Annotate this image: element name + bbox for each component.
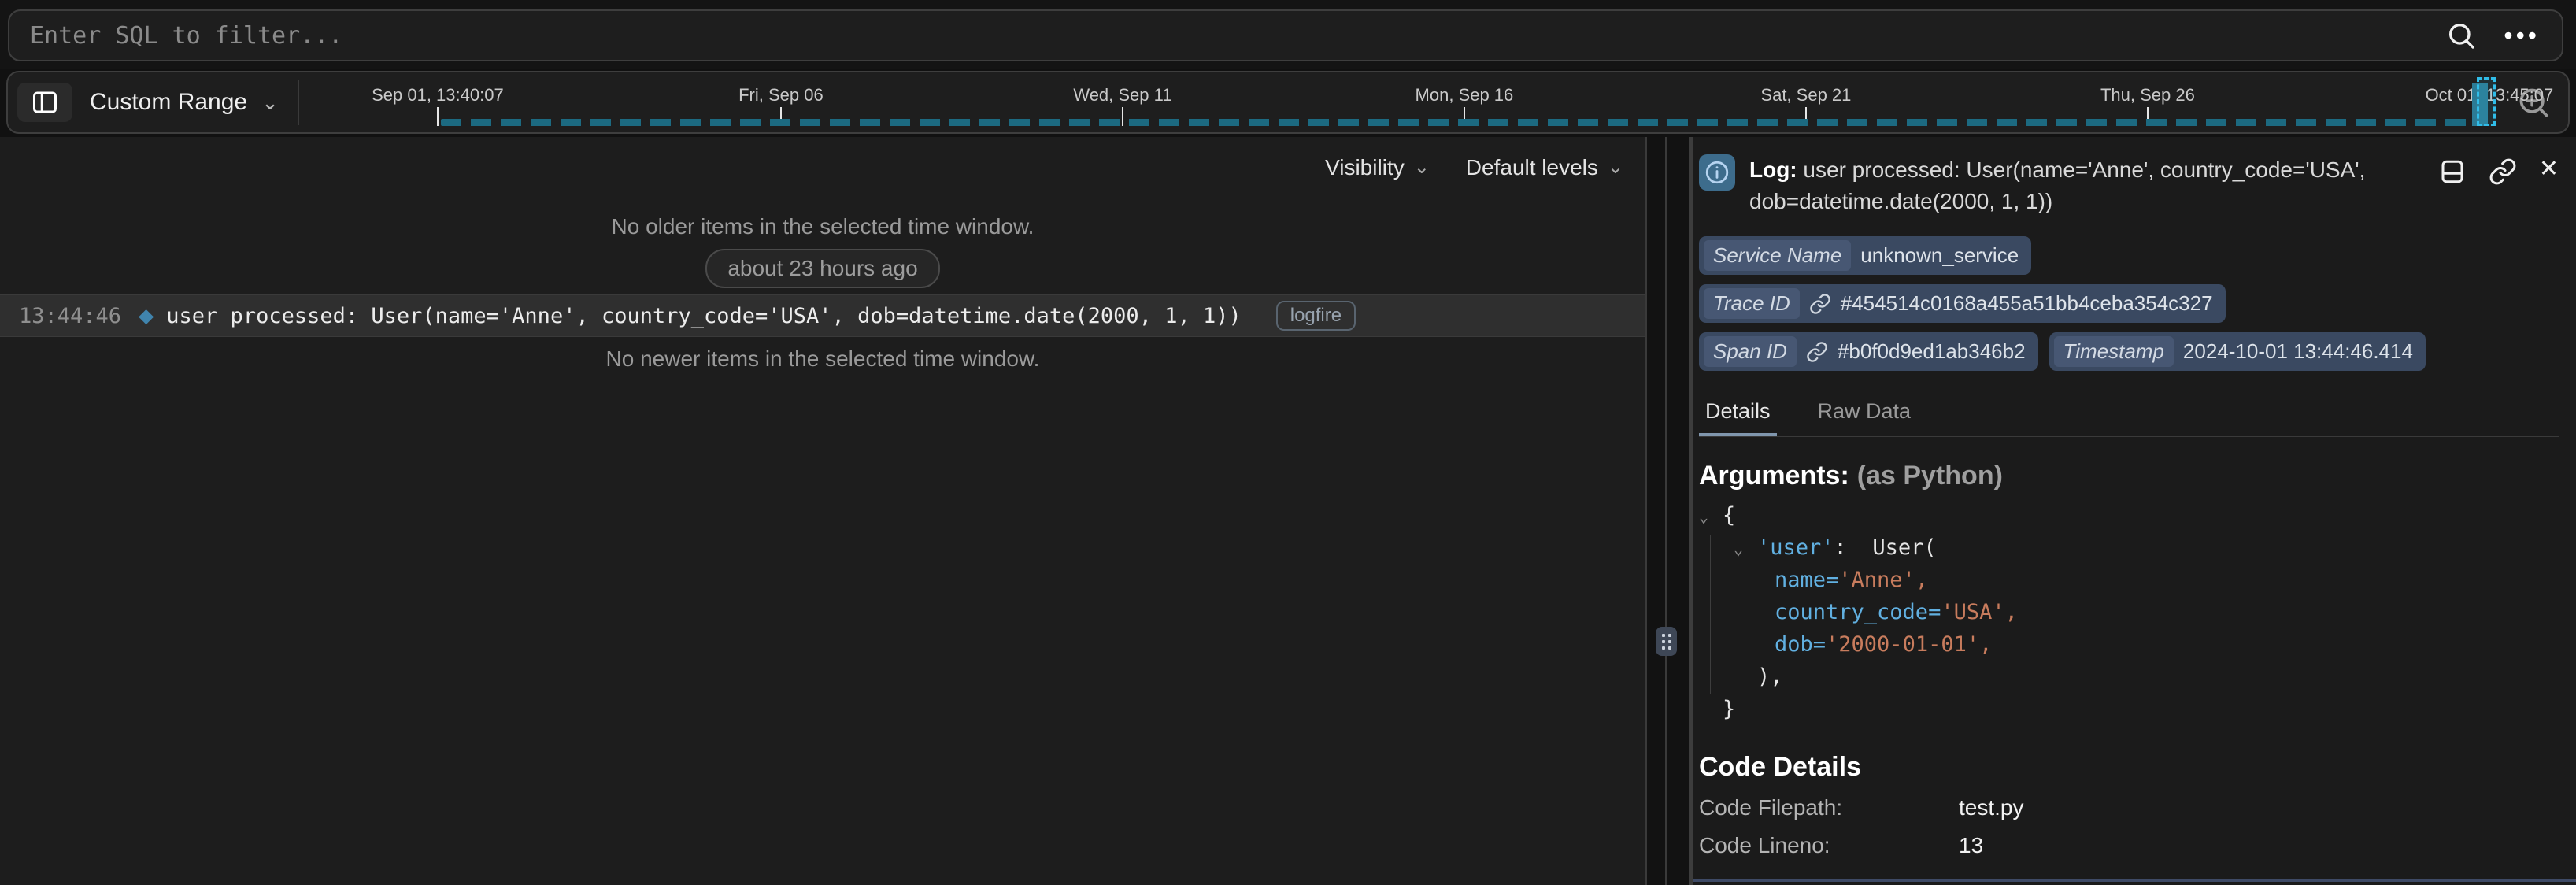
badge-label: Service Name xyxy=(1704,240,1851,271)
panel-bottom-icon xyxy=(2438,157,2467,186)
main-area: Visibility ⌄ Default levels ⌄ No older i… xyxy=(0,137,2576,885)
dock-panel-button[interactable] xyxy=(2438,157,2467,186)
visibility-dropdown[interactable]: Visibility ⌄ xyxy=(1325,155,1430,180)
collapse-icon[interactable]: ⌄ xyxy=(1734,533,1757,565)
timeline-label: Sat, Sep 21 xyxy=(1760,85,1851,106)
timeline-label: Sep 01, 13:40:07 xyxy=(372,85,504,106)
sidebar-toggle-button[interactable] xyxy=(17,83,72,122)
timeline-label: Thu, Sep 26 xyxy=(2100,85,2195,106)
no-older-items-text: No older items in the selected time wind… xyxy=(0,214,1645,239)
chevron-down-icon: ⌄ xyxy=(261,92,279,113)
chevron-down-icon: ⌄ xyxy=(1414,158,1430,177)
time-ago-badge: about 23 hours ago xyxy=(705,249,939,288)
more-options-icon[interactable]: ••• xyxy=(2504,23,2540,48)
code-line: ), xyxy=(1699,661,2559,693)
code-line: ⌄'user': User( xyxy=(1699,531,2559,564)
badge-label: Trace ID xyxy=(1704,288,1800,319)
timeline-label: Mon, Sep 16 xyxy=(1416,85,1514,106)
timeline-label: Fri, Sep 06 xyxy=(738,85,824,106)
log-detail-panel: Log: user processed: User(name='Anne', c… xyxy=(1689,137,2576,885)
time-range-dropdown[interactable]: Custom Range ⌄ xyxy=(90,89,279,116)
collapse-icon[interactable]: ⌄ xyxy=(1699,501,1723,533)
logs-toolbar: Visibility ⌄ Default levels ⌄ xyxy=(0,137,1645,198)
span-id-badge: Span ID #b0f0d9ed1ab346b2 xyxy=(1699,332,2038,371)
detail-tabs: Details Raw Data xyxy=(1699,393,2559,437)
visibility-label: Visibility xyxy=(1325,155,1405,180)
sidebar-panel-icon xyxy=(31,88,59,117)
timeline-tick xyxy=(437,107,439,126)
code-line: } xyxy=(1699,693,2559,725)
link-icon[interactable] xyxy=(1806,341,1828,363)
default-levels-label: Default levels xyxy=(1466,155,1598,180)
close-icon: ✕ xyxy=(2539,157,2559,181)
logs-panel: Visibility ⌄ Default levels ⌄ No older i… xyxy=(0,137,1647,885)
log-timestamp: 13:44:46 xyxy=(19,304,121,328)
sql-filter-input[interactable] xyxy=(9,11,2445,60)
code-lineno-label: Code Lineno: xyxy=(1699,833,1959,858)
gutter-line xyxy=(1665,137,1667,885)
info-icon xyxy=(1704,159,1730,186)
code-details-heading: Code Details xyxy=(1699,752,2559,783)
timeline-label: Wed, Sep 11 xyxy=(1073,85,1171,106)
arguments-title: Arguments: xyxy=(1699,461,1849,491)
metadata-badges: Service Name unknown_service Trace ID #4… xyxy=(1699,236,2559,371)
arguments-heading: Arguments: (as Python) xyxy=(1699,461,2559,491)
detail-title-text: user processed: User(name='Anne', countr… xyxy=(1749,157,2365,213)
code-line: ⌄{ xyxy=(1699,499,2559,531)
chevron-down-icon: ⌄ xyxy=(1608,158,1623,177)
code-lineno-row: Code Lineno: 13 xyxy=(1699,833,2559,858)
sql-filter-box: ••• xyxy=(8,9,2563,61)
arguments-subtitle: (as Python) xyxy=(1857,461,2003,491)
log-level-diamond-icon: ◆ xyxy=(139,304,154,328)
no-newer-items-text: No newer items in the selected time wind… xyxy=(0,346,1645,372)
detail-kind-label: Log: xyxy=(1749,157,1797,182)
service-name-badge: Service Name unknown_service xyxy=(1699,236,2031,275)
trace-id-badge: Trace ID #454514c0168a455a51bb4ceba354c3… xyxy=(1699,284,2226,323)
time-range-label: Custom Range xyxy=(90,89,247,116)
code-line: country_code='USA', xyxy=(1699,596,2559,628)
tab-details[interactable]: Details xyxy=(1699,393,1777,436)
timeline-selection-window[interactable] xyxy=(2477,77,2496,126)
link-icon xyxy=(2489,157,2517,186)
detail-title: Log: user processed: User(name='Anne', c… xyxy=(1749,154,2438,217)
arguments-code-tree: ⌄{ ⌄'user': User( name='Anne', country_c… xyxy=(1699,499,2559,725)
search-icon[interactable] xyxy=(2445,20,2477,51)
code-line: name='Anne', xyxy=(1699,564,2559,596)
code-filepath-value: test.py xyxy=(1959,795,2023,820)
log-message: user processed: User(name='Anne', countr… xyxy=(166,304,1241,328)
link-icon[interactable] xyxy=(1809,293,1831,315)
indent-guide xyxy=(1710,535,1711,694)
section-divider xyxy=(1693,879,2576,882)
detail-header: Log: user processed: User(name='Anne', c… xyxy=(1699,137,2559,217)
timeline-histogram-baseline xyxy=(441,119,2472,126)
badge-value: #b0f0d9ed1ab346b2 xyxy=(1838,339,2026,364)
info-level-badge xyxy=(1699,154,1735,191)
badge-label: Span ID xyxy=(1704,336,1797,367)
code-line: dob='2000-01-01', xyxy=(1699,628,2559,661)
panel-resize-handle[interactable] xyxy=(1656,627,1677,656)
code-filepath-label: Code Filepath: xyxy=(1699,795,1959,820)
timestamp-badge: Timestamp 2024-10-01 13:44:46.414 xyxy=(2049,332,2426,371)
badge-label: Timestamp xyxy=(2054,336,2174,367)
code-filepath-row: Code Filepath: test.py xyxy=(1699,795,2559,820)
close-panel-button[interactable]: ✕ xyxy=(2539,157,2559,181)
badge-value: unknown_service xyxy=(1860,243,2019,268)
code-lineno-value: 13 xyxy=(1959,833,1983,858)
top-bar: ••• xyxy=(0,0,2576,69)
badge-value: #454514c0168a455a51bb4ceba354c327 xyxy=(1841,291,2213,316)
timeline-bar: Custom Range ⌄ Sep 01, 13:40:07 Fri, Sep… xyxy=(6,71,2570,134)
panel-resize-gutter xyxy=(1647,137,1689,885)
log-tag-badge: logfire xyxy=(1276,301,1356,331)
tab-raw-data[interactable]: Raw Data xyxy=(1812,393,1918,436)
log-row[interactable]: 13:44:46 ◆ user processed: User(name='An… xyxy=(0,294,1645,337)
timeline-chart[interactable]: Sep 01, 13:40:07 Fri, Sep 06 Wed, Sep 11… xyxy=(299,72,2508,132)
badge-value: 2024-10-01 13:44:46.414 xyxy=(2183,339,2413,364)
copy-link-button[interactable] xyxy=(2489,157,2517,186)
default-levels-dropdown[interactable]: Default levels ⌄ xyxy=(1466,155,1623,180)
